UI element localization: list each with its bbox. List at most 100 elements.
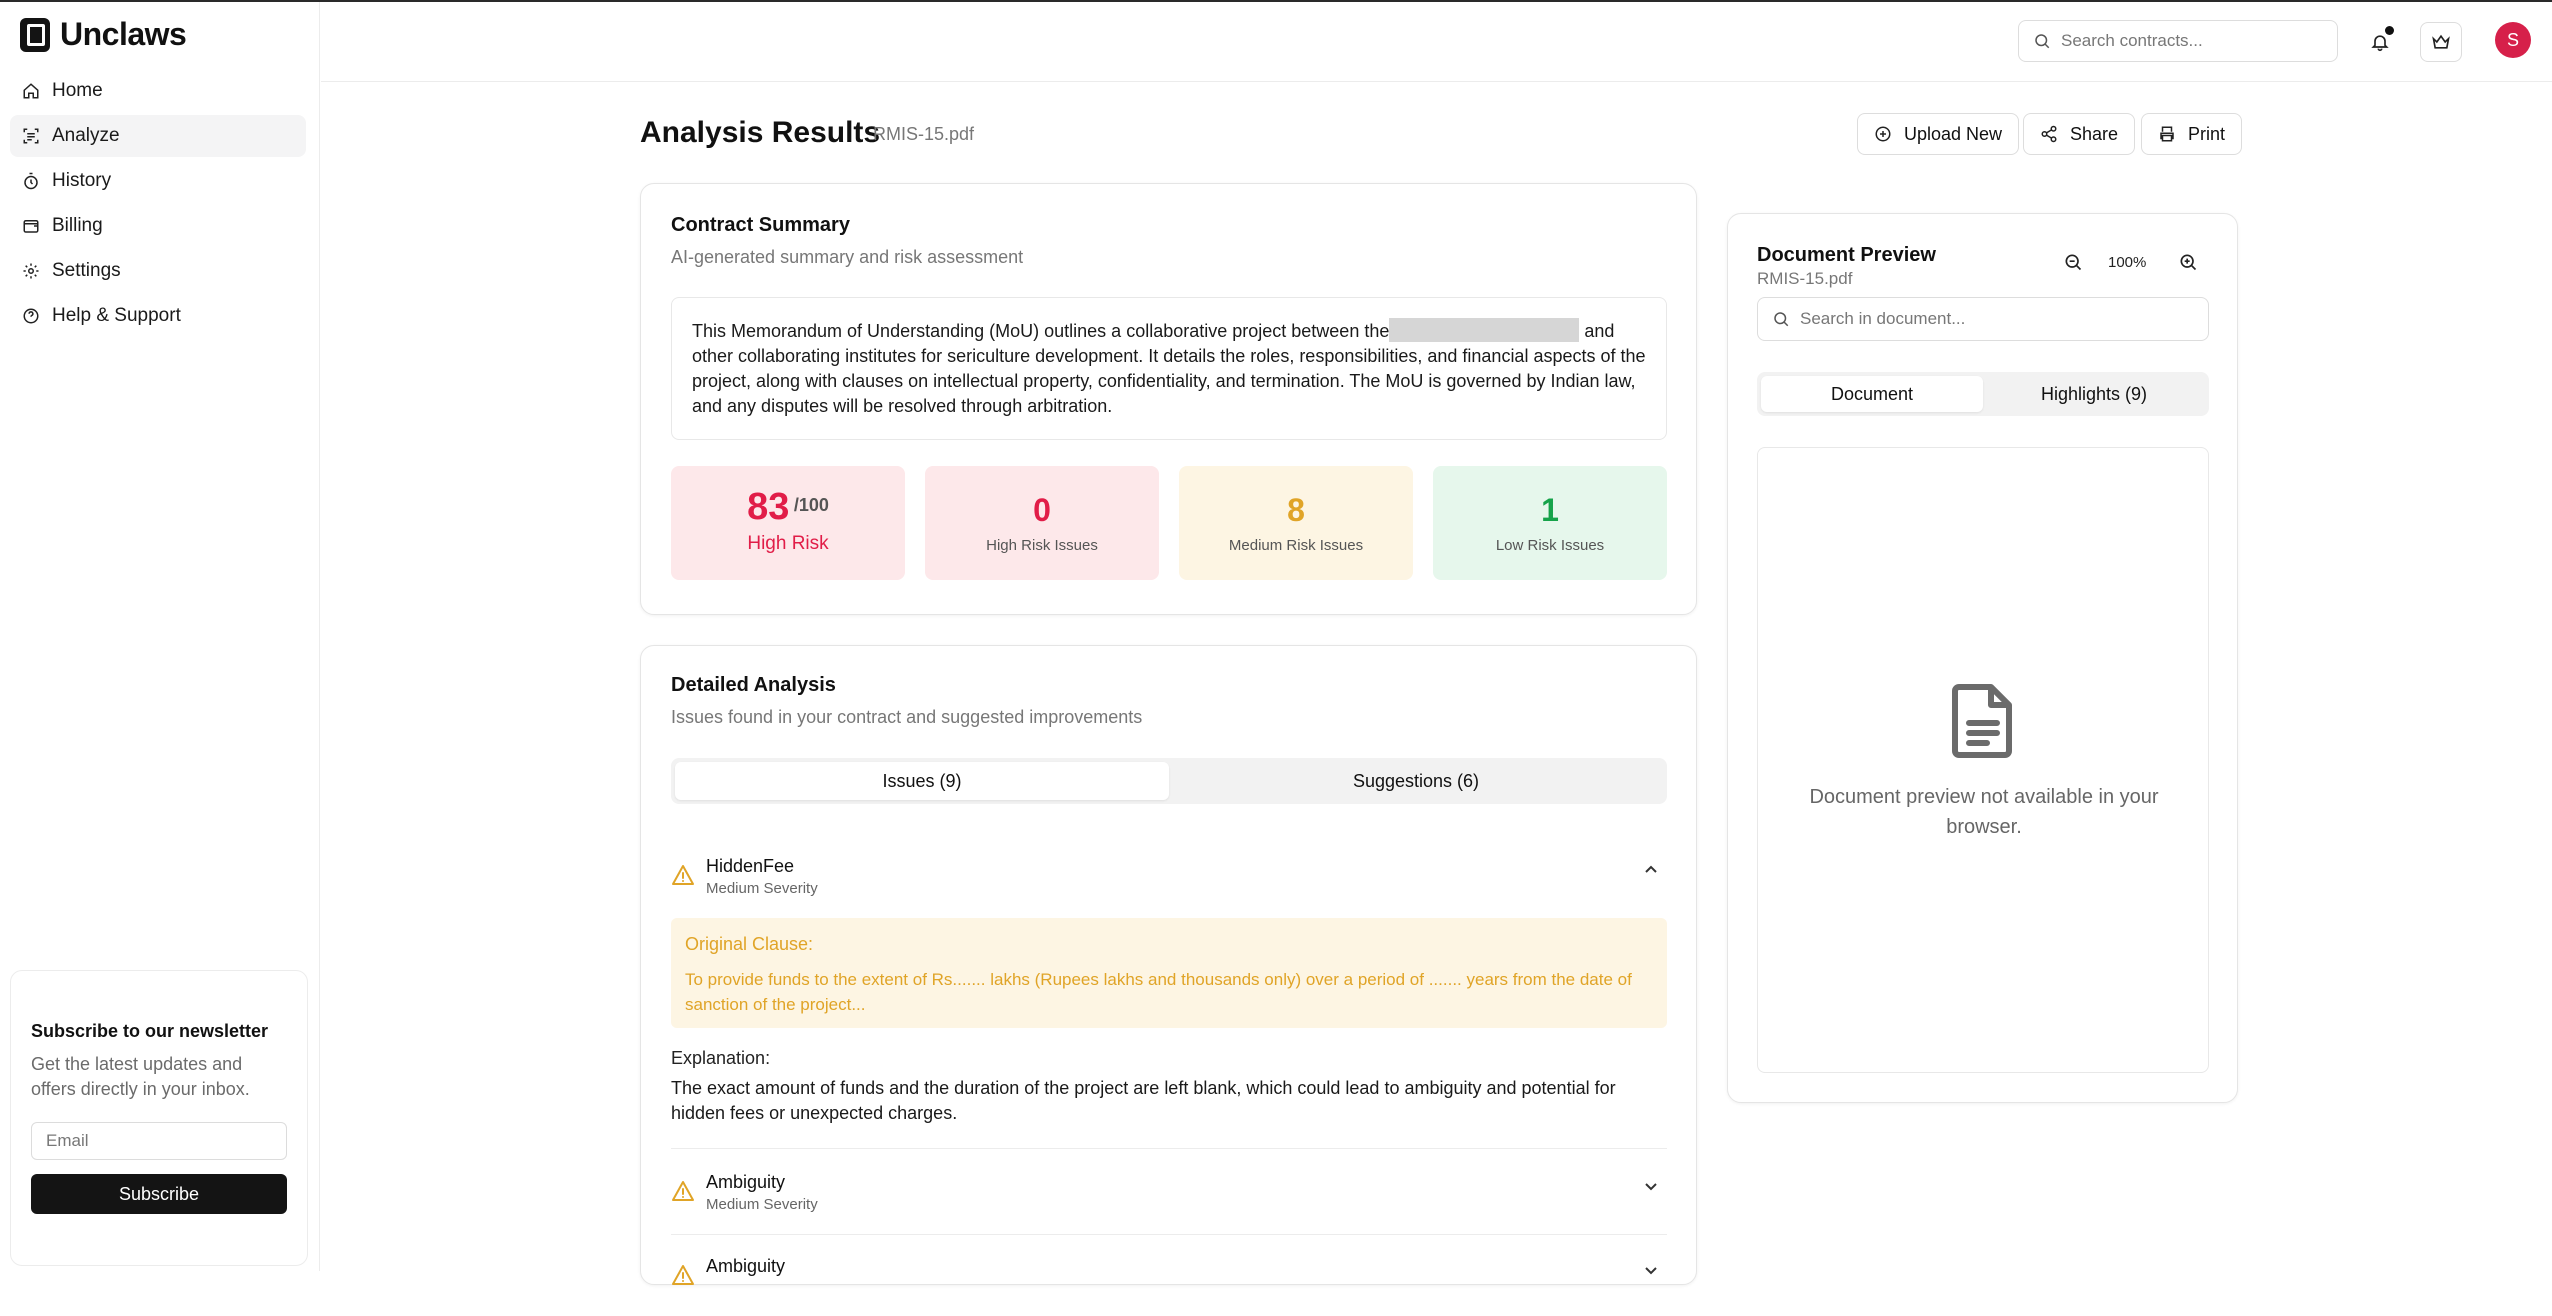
top-header: S [321,2,2552,82]
sidebar-item-label: History [52,170,112,191]
preview-file-name: RMIS-15.pdf [1757,269,1853,288]
gear-icon [23,263,39,279]
wallet-icon [23,220,39,233]
summary-text: This Memorandum of Understanding (MoU) o… [692,321,1390,341]
subscribe-button[interactable]: Subscribe [31,1174,287,1214]
search-icon [1774,312,1789,327]
issue-header-ambiguity[interactable]: Ambiguity Medium Severity [671,1172,1667,1232]
tab-document[interactable]: Document [1761,376,1983,412]
plus-circle-icon [1875,126,1891,142]
tab-suggestions[interactable]: Suggestions (6) [1169,762,1663,800]
low-risk-count: 1 [1541,492,1559,528]
sidebar-item-settings[interactable]: Settings [10,250,306,292]
share-icon [2041,125,2057,143]
zoom-out-button[interactable] [2063,252,2087,276]
chevron-up-icon [1645,865,1657,873]
medium-risk-label: Medium Risk Issues [1228,537,1364,554]
summary-title: Contract Summary [671,214,850,236]
sidebar-item-label: Analyze [52,125,120,146]
print-button[interactable]: Print [2141,113,2243,155]
document-search-input[interactable] [1800,309,2180,329]
sidebar-item-label: Billing [52,215,103,236]
issue-name: HiddenFee [706,856,795,876]
upgrade-button[interactable] [2420,22,2462,62]
warning-icon [672,865,694,885]
analysis-title: Detailed Analysis [671,674,836,696]
risk-score-label: High Risk [747,533,829,554]
analysis-subtitle: Issues found in your contract and sugges… [671,707,1143,727]
preview-unavailable-message: Document preview not available in your b… [1809,786,2159,838]
brand-name: Unclaws [60,16,187,52]
redacted-block [1389,318,1580,342]
warning-icon [672,1265,694,1285]
newsletter-description: Get the latest updates and offers direct… [31,1054,250,1099]
brand[interactable]: Unclaws [20,16,187,53]
sidebar-item-analyze[interactable]: Analyze [10,115,306,157]
clause-label: Original Clause: [685,934,814,954]
detailed-analysis-card: Detailed Analysis Issues found in your c… [640,645,1697,1285]
sidebar-item-billing[interactable]: Billing [10,205,306,247]
explanation-label: Explanation: [671,1048,771,1068]
sidebar-nav: Home Analyze History Billing Settings He… [10,70,306,340]
low-risk-stat: 1 Low Risk Issues [1433,466,1667,580]
page-title: Analysis Results [640,116,881,149]
share-button[interactable]: Share [2023,113,2136,155]
timer-icon [24,172,38,190]
chevron-down-icon [1645,1183,1657,1191]
search-icon [2035,34,2050,49]
page-file-name: RMIS-15.pdf [873,124,975,144]
zoom-in-icon [2180,254,2197,271]
analysis-tabs: Issues (9) Suggestions (6) [671,758,1667,804]
sidebar-item-label: Help & Support [52,305,181,326]
document-search[interactable] [1757,297,2209,341]
tab-issues[interactable]: Issues (9) [675,762,1169,800]
issue-header-ambiguity-2[interactable]: Ambiguity [671,1256,1667,1316]
sidebar-item-history[interactable]: History [10,160,306,202]
warning-icon [672,1181,694,1201]
upload-new-button[interactable]: Upload New [1857,113,2020,155]
risk-score-max: /100 [793,495,829,515]
bell-icon [2371,35,2389,52]
contract-search[interactable] [2018,20,2338,62]
document-icon [1952,684,2012,758]
tab-highlights[interactable]: Highlights (9) [1983,376,2205,412]
issue-name: Ambiguity [706,1256,786,1276]
logo-icon [20,17,50,52]
sidebar-item-label: Settings [52,260,121,281]
issue-divider [671,1148,1667,1149]
notifications-button[interactable] [2359,22,2401,62]
medium-risk-stat: 8 Medium Risk Issues [1179,466,1413,580]
newsletter-card: Subscribe to our newsletter Get the late… [10,970,308,1266]
issue-severity: Medium Severity [706,1196,818,1213]
clause-text: To provide funds to the extent of Rs....… [685,970,1632,1014]
issue-header-hiddenfee[interactable]: HiddenFee Medium Severity [671,856,1667,916]
medium-risk-count: 8 [1287,492,1305,528]
high-risk-stat: 0 High Risk Issues [925,466,1159,580]
crown-icon [2432,34,2450,49]
low-risk-label: Low Risk Issues [1495,537,1605,554]
preview-tabs: Document Highlights (9) [1757,372,2209,416]
newsletter-title: Subscribe to our newsletter [31,1021,269,1041]
issue-severity: Medium Severity [706,880,818,897]
issue-divider [671,1234,1667,1235]
original-clause-box: Original Clause: To provide funds to the… [671,918,1667,1028]
high-risk-count: 0 [1033,492,1051,528]
newsletter-email-input[interactable] [31,1122,287,1160]
contract-summary-card: Contract Summary AI-generated summary an… [640,183,1697,615]
zoom-in-button[interactable] [2178,252,2202,276]
help-icon [23,308,39,324]
upload-label: Upload New [1904,123,2003,144]
issue-name: Ambiguity [706,1172,786,1192]
scan-icon [23,128,39,144]
preview-title: Document Preview [1757,244,1936,266]
printer-icon [2160,126,2174,142]
avatar[interactable]: S [2495,22,2531,58]
summary-subtitle: AI-generated summary and risk assessment [671,247,1024,267]
print-label: Print [2188,123,2226,144]
sidebar-item-home[interactable]: Home [10,70,306,112]
search-input[interactable] [2061,31,2321,51]
sidebar-item-help[interactable]: Help & Support [10,295,306,337]
risk-score-stat: 83 /100 High Risk [671,466,905,580]
chevron-down-icon [1645,1267,1657,1275]
sidebar: Unclaws Home Analyze History Billing Set… [0,2,320,1271]
